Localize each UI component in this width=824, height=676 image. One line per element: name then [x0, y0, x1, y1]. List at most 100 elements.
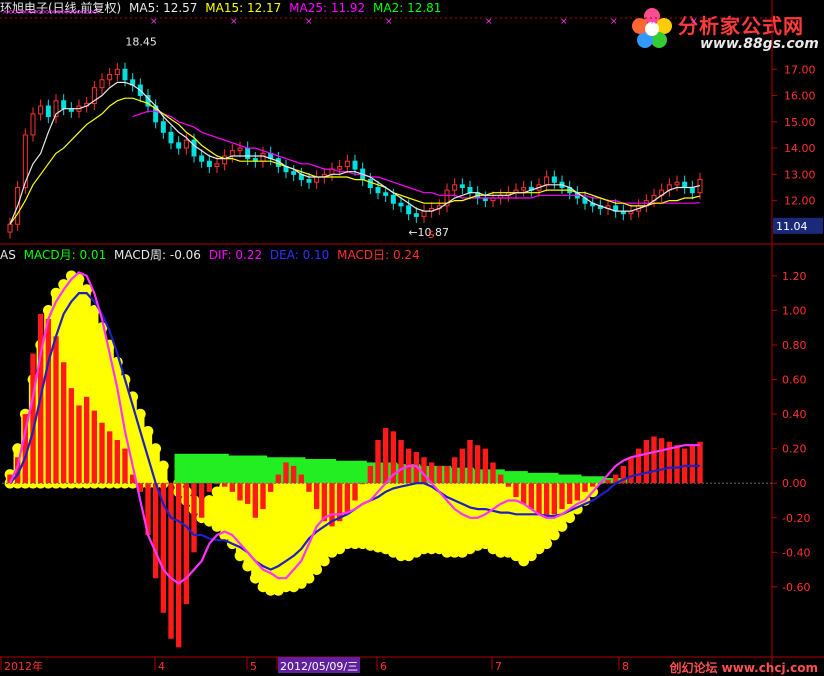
- cross-marker: ×: [560, 17, 568, 27]
- signal-mark: S: [428, 230, 434, 241]
- green-band: [550, 472, 559, 484]
- cross-marker: ×: [610, 17, 618, 27]
- yellow-band: [419, 483, 429, 549]
- macd-bar: [697, 441, 703, 484]
- cross-marker: ×: [385, 17, 393, 27]
- macd-bar: [635, 448, 642, 484]
- macd-bar: [175, 483, 182, 648]
- green-band: [527, 472, 536, 484]
- candle-body: [260, 152, 266, 162]
- macd-bar: [528, 483, 535, 510]
- yellow-band: [504, 483, 513, 553]
- green-band: [258, 455, 268, 484]
- green-band: [511, 471, 521, 484]
- candle-body: [689, 186, 695, 194]
- green-band: [220, 453, 229, 484]
- candle-body: [398, 202, 404, 207]
- green-band: [580, 476, 590, 484]
- macd-bar: [252, 483, 259, 518]
- yellow-band: [366, 483, 375, 546]
- macd-bar: [152, 483, 159, 579]
- candle-body: [107, 74, 113, 81]
- macd-bar: [76, 405, 82, 484]
- macd-bar: [482, 448, 489, 484]
- macd-bar: [267, 483, 274, 492]
- macd-bar: [367, 465, 374, 484]
- yellow-bubble: [556, 521, 568, 532]
- macd-bar: [513, 483, 519, 498]
- macd-bar: [206, 483, 213, 492]
- candle-body: [237, 147, 243, 152]
- green-band: [304, 459, 314, 484]
- macd-bar: [122, 448, 128, 484]
- candle-body: [306, 179, 312, 183]
- macd-bar: [543, 483, 550, 518]
- candle-body: [337, 165, 343, 170]
- macd-bar: [45, 319, 52, 484]
- macd-bar: [566, 483, 573, 504]
- macd-bar: [106, 431, 113, 484]
- macd-bar: [91, 410, 98, 484]
- macd-bar: [214, 483, 220, 485]
- macd-bar: [244, 483, 251, 504]
- macd-bar: [490, 462, 496, 484]
- yellow-band: [412, 483, 421, 553]
- green-band: [189, 453, 199, 484]
- green-band: [327, 459, 337, 484]
- macd-bar: [605, 479, 611, 484]
- high-price-label: 18.45: [125, 36, 157, 49]
- macd-bar: [551, 483, 558, 515]
- candle-body: [383, 192, 389, 196]
- yellow-bubble: [541, 538, 553, 550]
- x-tick-label: 4: [158, 660, 165, 673]
- candle-body: [206, 160, 212, 167]
- candle-body: [30, 113, 36, 136]
- x-tick-label: 8: [622, 660, 629, 673]
- x-tick-label: 7: [495, 660, 502, 673]
- candle-body: [682, 181, 688, 188]
- macd-bar: [352, 483, 358, 501]
- macd-bar: [198, 483, 205, 518]
- yellow-bubble: [564, 512, 576, 524]
- candle-body: [314, 176, 320, 183]
- cross-marker: ×: [485, 17, 493, 27]
- cross-marker: ×: [650, 17, 658, 27]
- yellow-bubble: [311, 564, 323, 575]
- macd-bar: [382, 427, 389, 484]
- candle-body: [674, 181, 680, 186]
- macd-bar: [474, 445, 481, 484]
- candle-body: [176, 142, 182, 149]
- candle-body: [214, 163, 220, 167]
- yellow-band: [281, 483, 291, 587]
- macd-bar: [643, 439, 650, 484]
- price-tick-label: 12.00: [784, 195, 816, 208]
- macd-bar: [298, 474, 305, 484]
- green-band: [228, 455, 237, 484]
- candle-body: [191, 139, 197, 157]
- price-tick-label: 13.00: [784, 168, 816, 181]
- green-band: [343, 460, 352, 484]
- candle-body: [61, 100, 67, 110]
- macd-bar: [237, 483, 243, 501]
- macd-bar: [505, 483, 512, 487]
- candle-body: [168, 131, 174, 144]
- candle-body: [544, 176, 550, 186]
- green-band: [212, 453, 222, 484]
- green-band: [588, 476, 597, 484]
- yellow-band: [274, 483, 283, 591]
- macd-bar: [375, 439, 381, 484]
- yellow-bubble: [318, 555, 330, 567]
- macd-bar: [674, 445, 680, 484]
- macd-bar: [520, 483, 527, 504]
- yellow-band: [404, 483, 413, 556]
- macd-bar: [536, 483, 542, 515]
- green-band: [534, 472, 544, 484]
- price-tick-label: 17.00: [784, 63, 816, 76]
- candle-body: [160, 121, 166, 133]
- macd-bar: [421, 457, 427, 484]
- macd-bar: [290, 465, 297, 484]
- macd-bar: [658, 438, 665, 484]
- candle-body: [467, 186, 473, 194]
- yellow-band: [488, 483, 498, 549]
- macd-bar: [60, 362, 67, 484]
